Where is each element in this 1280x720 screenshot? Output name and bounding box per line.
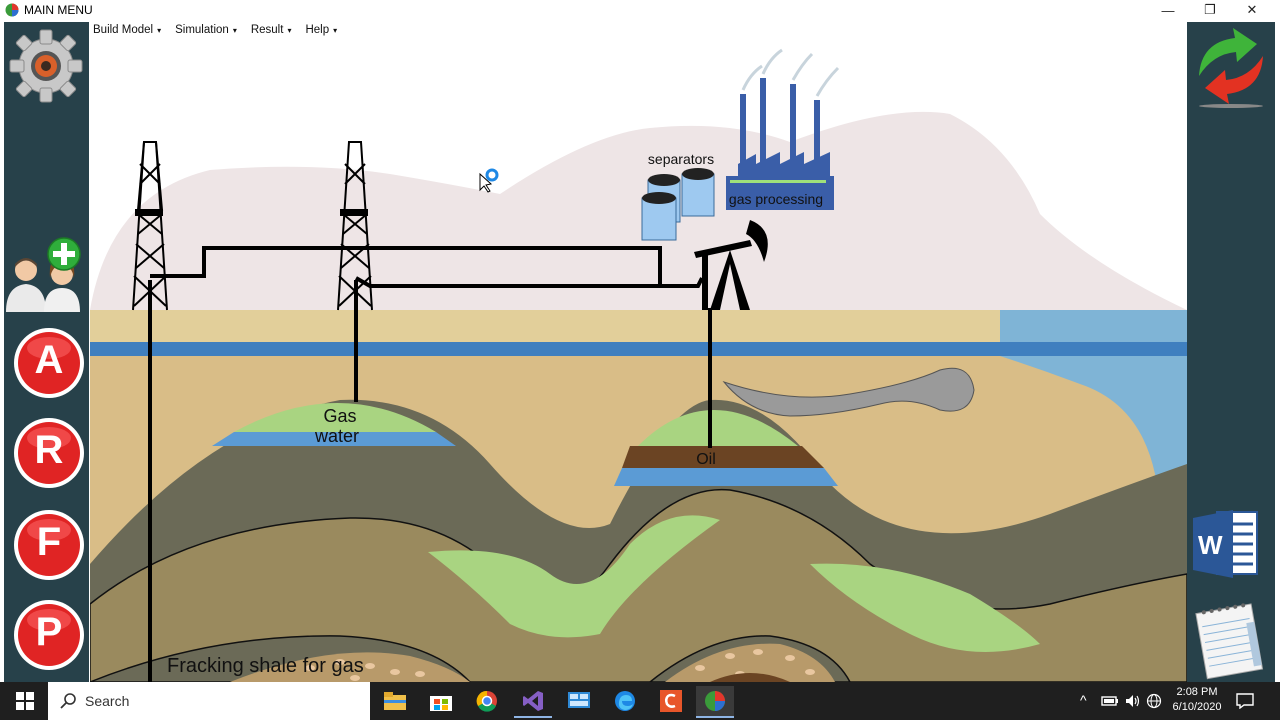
menu-build-model[interactable]: Build Model ▾: [90, 22, 164, 42]
search-icon: [60, 693, 76, 709]
word-letter: W: [1198, 530, 1223, 560]
close-button[interactable]: ✕: [1230, 0, 1274, 20]
label-gas: Gas: [323, 406, 356, 426]
f-button-label: F: [36, 520, 62, 564]
restore-icon: ❐: [1204, 2, 1216, 17]
minimize-button[interactable]: —: [1146, 0, 1190, 20]
battery-icon[interactable]: [1101, 694, 1119, 708]
window-title: MAIN MENU: [24, 3, 93, 17]
app-pie-icon: [5, 3, 19, 17]
menu-result[interactable]: Result ▾: [248, 22, 295, 42]
right-toolbar: W: [1187, 22, 1275, 682]
add-users-icon[interactable]: [4, 234, 88, 314]
chrome-button[interactable]: [468, 686, 506, 716]
chevron-down-icon: ▾: [333, 26, 338, 35]
visual-studio-button[interactable]: [514, 686, 552, 718]
file-explorer-icon: [384, 692, 406, 710]
edge-icon: [615, 691, 635, 711]
tray-overflow-icon[interactable]: ^: [1080, 692, 1087, 708]
restore-button[interactable]: ❐: [1188, 0, 1232, 20]
app-c-button[interactable]: [652, 686, 690, 716]
chrome-icon: [476, 690, 497, 712]
close-icon: ✕: [1246, 2, 1258, 17]
menu-label: Simulation: [175, 24, 229, 36]
menu-bar: Build Model ▾ Simulation ▾ Result ▾ Help ▾: [90, 22, 340, 42]
search-placeholder: Search: [85, 693, 130, 709]
minimize-icon: —: [1161, 2, 1175, 18]
windows-start-button[interactable]: [6, 686, 44, 716]
water-band: [90, 342, 1187, 356]
volume-icon[interactable]: [1124, 693, 1140, 709]
control-panel-button[interactable]: [560, 686, 598, 716]
label-water: water: [314, 426, 359, 446]
edge-button[interactable]: [606, 686, 644, 716]
menu-help[interactable]: Help ▾: [302, 22, 340, 42]
chevron-down-icon: ▾: [287, 26, 292, 35]
visual-studio-icon: [523, 691, 543, 711]
gear-icon[interactable]: [6, 24, 86, 106]
refresh-arrows-icon[interactable]: [1191, 24, 1271, 108]
a-button-label: A: [34, 338, 64, 382]
r-button-label: R: [34, 428, 64, 472]
windows-start-icon: [16, 692, 34, 710]
menu-label: Help: [305, 24, 330, 36]
clock-date: 6/10/2020: [1172, 701, 1222, 713]
chevron-down-icon: ▾: [232, 26, 237, 35]
taskbar: Search ^ 2:08 PM 6/10/2020: [0, 682, 1280, 720]
label-oil: Oil: [696, 451, 716, 468]
p-button[interactable]: P: [12, 598, 86, 672]
pie-chart-app-icon: [705, 691, 725, 711]
app-c-icon: [660, 690, 682, 712]
r-button[interactable]: R: [12, 416, 86, 490]
a-button[interactable]: A: [12, 326, 86, 400]
p-button-label: P: [35, 610, 63, 654]
label-fracking: Fracking shale for gas: [167, 655, 364, 677]
left-toolbar: A R F P: [4, 22, 89, 682]
notepad-icon[interactable]: [1191, 596, 1271, 682]
label-separators: separators: [648, 151, 714, 167]
control-panel-icon: [568, 692, 590, 708]
store-icon: [430, 696, 452, 711]
taskbar-search-box[interactable]: Search: [48, 682, 370, 720]
menu-label: Result: [250, 24, 284, 36]
f-button[interactable]: F: [12, 508, 86, 582]
title-bar: MAIN MENU — ❐ ✕: [0, 0, 1280, 20]
chevron-down-icon: ▾: [157, 26, 162, 35]
store-button[interactable]: [422, 686, 460, 716]
notification-icon[interactable]: [1236, 693, 1254, 709]
reservoir-diagram: separators gas processing Gas water Oil …: [90, 44, 1187, 682]
menu-label: Build Model: [93, 24, 154, 36]
system-clock[interactable]: 2:08 PM 6/10/2020: [1168, 685, 1226, 715]
oil-trap: [622, 446, 824, 468]
label-gas-processing: gas processing: [729, 191, 823, 207]
ground-surface: [90, 310, 1000, 342]
clock-time: 2:08 PM: [1176, 686, 1218, 698]
file-explorer-button[interactable]: [376, 686, 414, 716]
pie-chart-app-button[interactable]: [696, 686, 734, 718]
menu-simulation[interactable]: Simulation ▾: [172, 22, 240, 42]
globe-icon[interactable]: [1146, 693, 1162, 709]
